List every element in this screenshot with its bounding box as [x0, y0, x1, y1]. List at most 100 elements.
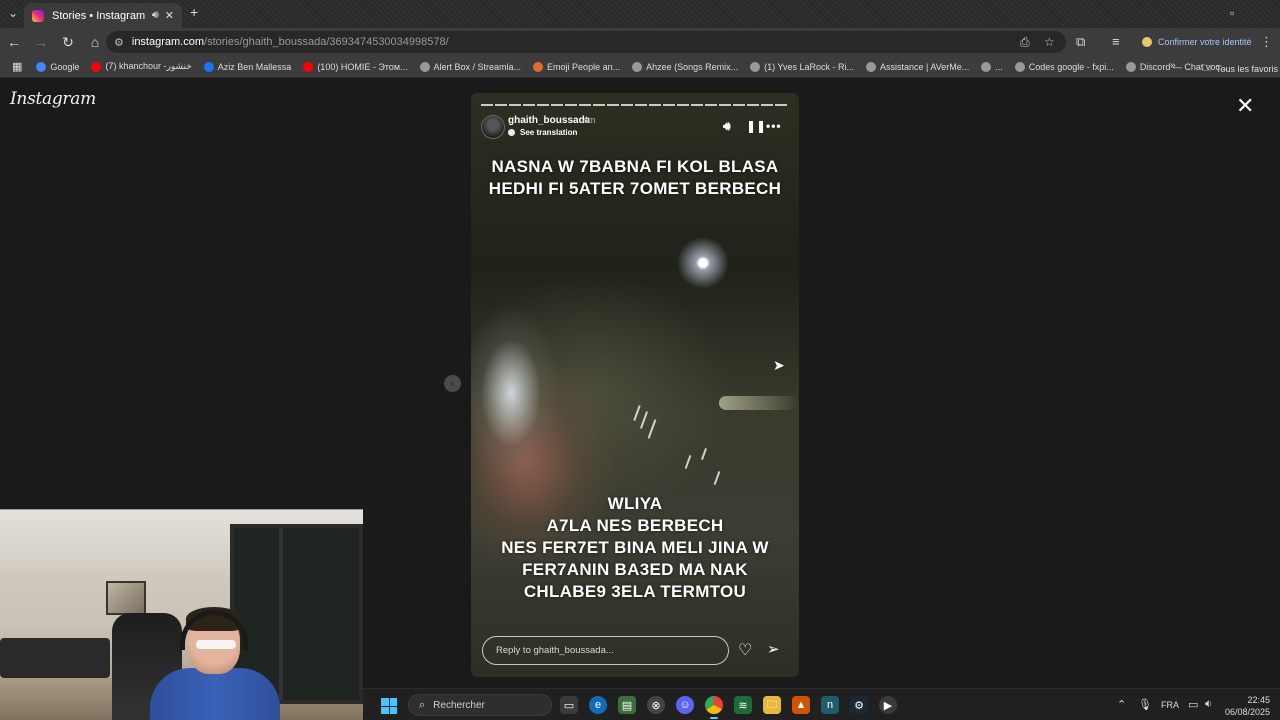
microphone-icon[interactable]: 🎙︎: [1138, 698, 1152, 711]
edge-icon[interactable]: e: [589, 696, 607, 714]
tab-stories-instagram[interactable]: Stories • Instagram 🔊︎ ✕: [24, 3, 182, 28]
bookmark-favicon-icon: [632, 61, 643, 72]
webcam-overlay: [0, 509, 363, 720]
pause-icon[interactable]: ❚❚: [746, 119, 766, 133]
url-path: /stories/ghaith_boussada/369347453003499…: [204, 36, 449, 48]
bookmark-item[interactable]: (7) khanchour -خنشور: [91, 61, 192, 72]
bookmark-label: (1) Yves LaRock - Ri...: [764, 61, 855, 72]
profile-button[interactable]: Confirmer votre identité: [1134, 32, 1260, 52]
story-card[interactable]: ghaith_boussada 4m See translation 🔊︎ ❚❚…: [471, 93, 799, 677]
caption-line: WLIYA: [607, 494, 663, 513]
heart-icon[interactable]: ♡: [738, 640, 752, 660]
taskbar-search-input[interactable]: ⌕ Rechercher: [408, 694, 552, 716]
media-controls-icon[interactable]: ≡: [1112, 34, 1120, 49]
light-streak: [684, 455, 692, 469]
reply-placeholder: Reply to ghaith_boussada...: [496, 645, 614, 656]
taskbar-clock[interactable]: 22:45 06/08/2025: [1198, 694, 1270, 718]
story-progress-bar: [481, 104, 789, 106]
webcam-painting: [106, 581, 146, 615]
bookmark-favicon-icon: [36, 61, 47, 72]
bookmark-favicon-icon: [1125, 61, 1136, 72]
see-translation-link[interactable]: See translation: [508, 128, 577, 137]
bookmark-favicon-icon: [419, 61, 430, 72]
address-bar[interactable]: ⚙ instagram.com /stories/ghaith_boussada…: [106, 31, 1066, 53]
xbox-icon[interactable]: ⊗: [647, 696, 665, 714]
webcam-sofa: [0, 638, 110, 678]
bookmark-label: Google: [50, 61, 80, 72]
tab-close-icon[interactable]: ✕: [165, 9, 174, 22]
all-bookmarks-folder[interactable]: 🗀 Tous les favoris: [1202, 61, 1278, 77]
window-minimize-icon[interactable]: ▫: [1230, 6, 1234, 20]
extensions-icon[interactable]: ⧉: [1076, 34, 1085, 50]
instagram-logo[interactable]: Instagram: [10, 89, 96, 109]
bookmark-star-icon[interactable]: ☆: [1044, 31, 1055, 53]
profile-label: Confirmer votre identité: [1158, 37, 1252, 47]
see-translation-label: See translation: [520, 128, 578, 137]
caption-line: A7LA NES BERBECH: [546, 516, 724, 535]
task-view-icon[interactable]: ▭: [560, 696, 578, 714]
profile-avatar-icon: [1142, 37, 1152, 47]
vlc-icon[interactable]: ▲: [792, 696, 810, 714]
bookmark-item[interactable]: Codes google - fxpi...: [1014, 61, 1114, 72]
audio-app-icon[interactable]: ≋: [734, 696, 752, 714]
bookmarks-overflow-chevron-icon[interactable]: »: [1170, 60, 1176, 71]
tray-overflow-chevron-icon[interactable]: ⌃: [1117, 698, 1126, 711]
new-tab-plus-icon[interactable]: +: [190, 4, 198, 20]
folder-icon: 🗀: [1202, 63, 1212, 73]
reply-input[interactable]: Reply to ghaith_boussada...: [482, 636, 729, 665]
avatar[interactable]: [481, 115, 505, 139]
story-caption-top: NASNA W 7BABNA FI KOL BLASA HEDHI FI 5AT…: [488, 157, 782, 198]
previous-story-chevron-icon[interactable]: ‹: [444, 375, 461, 392]
story-author-name[interactable]: ghaith_boussada: [508, 115, 590, 126]
browser-tab-strip: ⌄ Stories • Instagram 🔊︎ ✕ + ▫: [0, 0, 1280, 28]
home-icon[interactable]: ⌂: [83, 30, 107, 54]
bookmark-item[interactable]: Alert Box / Streamla...: [419, 61, 521, 72]
install-app-icon[interactable]: ⎙: [1020, 31, 1030, 53]
discord-icon[interactable]: ☺: [676, 696, 694, 714]
bookmark-label: Emoji People an...: [547, 61, 621, 72]
send-icon[interactable]: ➢: [767, 640, 780, 658]
bookmark-item[interactable]: Emoji People an...: [533, 61, 621, 72]
speaker-icon[interactable]: 🔊︎: [152, 9, 159, 22]
bookmark-item[interactable]: Ahzee (Songs Remix...: [632, 61, 739, 72]
search-icon: ⌕: [419, 698, 426, 711]
store-icon[interactable]: ▤: [618, 696, 636, 714]
chrome-icon[interactable]: [705, 696, 723, 719]
bookmark-item[interactable]: ...: [981, 61, 1003, 72]
bookmark-item[interactable]: (1) Yves LaRock - Ri...: [750, 61, 855, 72]
back-arrow-icon[interactable]: ←: [2, 30, 26, 54]
network-icon[interactable]: ▭: [1188, 698, 1198, 711]
translate-icon: [508, 129, 515, 136]
bookmark-item[interactable]: Aziz Ben Mallessa: [203, 61, 291, 72]
bookmark-favicon-icon: [981, 61, 992, 72]
forward-arrow-icon[interactable]: →: [29, 30, 53, 54]
steam-icon[interactable]: ⚙: [850, 696, 868, 714]
light-streak: [633, 405, 641, 421]
language-indicator[interactable]: FRA: [1161, 700, 1179, 710]
apps-grid-icon[interactable]: ▦: [12, 60, 22, 73]
light-streak: [639, 411, 649, 429]
bookmark-item[interactable]: Assistance | AVerMe...: [866, 61, 970, 72]
instagram-favicon-icon: [32, 9, 44, 22]
bookmark-favicon-icon: [1014, 61, 1025, 72]
nox-icon[interactable]: n: [821, 696, 839, 714]
windows-start-icon[interactable]: [381, 698, 397, 714]
bookmark-favicon-icon: [533, 61, 544, 72]
file-explorer-icon[interactable]: 🗀: [763, 696, 781, 714]
bookmark-favicon-icon: [303, 61, 314, 72]
more-icon[interactable]: •••: [766, 119, 782, 133]
browser-menu-icon[interactable]: ⋮: [1260, 34, 1273, 50]
reload-icon[interactable]: ↻: [56, 30, 80, 54]
bookmark-favicon-icon: [203, 61, 214, 72]
speaker-icon[interactable]: 🔊︎: [723, 119, 731, 134]
bookmark-label: Ahzee (Songs Remix...: [646, 61, 739, 72]
site-info-icon[interactable]: ⚙: [114, 36, 124, 49]
bookmark-item[interactable]: Google: [36, 61, 80, 72]
tab-list-chevron-icon[interactable]: ⌄: [8, 6, 18, 20]
bookmark-item[interactable]: (100) HOMIE - Этом...: [303, 61, 408, 72]
bookmark-label: Assistance | AVerMe...: [880, 61, 970, 72]
media-player-icon[interactable]: ▶: [879, 696, 897, 714]
bookmarks-bar: ▦ Google (7) khanchour -خنشور Aziz Ben Mal…: [0, 56, 1280, 78]
caption-line: NES FER7ET BINA MELI JINA W: [501, 538, 769, 557]
close-icon[interactable]: ✕: [1236, 95, 1254, 117]
